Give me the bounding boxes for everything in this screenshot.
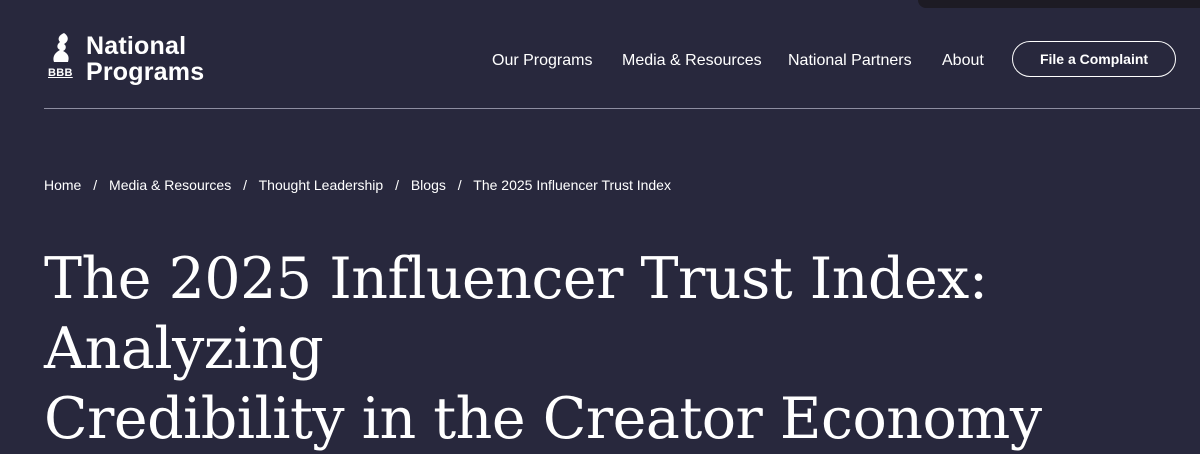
- breadcrumb: Home / Media & Resources / Thought Leade…: [44, 176, 671, 194]
- header-divider: [44, 108, 1200, 109]
- file-complaint-button[interactable]: File a Complaint: [1012, 41, 1176, 77]
- page-title-line-1: The 2025 Influencer Trust Index: Analyzi…: [44, 246, 988, 382]
- breadcrumb-separator: /: [457, 177, 462, 193]
- page-title-line-2: Credibility in the Creator Economy: [44, 386, 1042, 452]
- nav-our-programs[interactable]: Our Programs: [492, 51, 592, 71]
- page-title: The 2025 Influencer Trust Index: Analyzi…: [44, 244, 1164, 454]
- nav-media-resources[interactable]: Media & Resources: [622, 51, 762, 71]
- nav-about[interactable]: About: [942, 51, 984, 71]
- top-edge-strip: [918, 0, 1200, 8]
- breadcrumb-current: The 2025 Influencer Trust Index: [473, 177, 671, 193]
- breadcrumb-media-resources[interactable]: Media & Resources: [109, 177, 231, 193]
- breadcrumb-blogs[interactable]: Blogs: [411, 177, 446, 193]
- breadcrumb-separator: /: [395, 177, 399, 193]
- nav-national-partners[interactable]: National Partners: [788, 51, 912, 71]
- breadcrumb-thought-leadership[interactable]: Thought Leadership: [259, 177, 384, 193]
- breadcrumb-separator: /: [243, 177, 247, 193]
- breadcrumb-separator: /: [93, 177, 98, 193]
- breadcrumb-home[interactable]: Home: [44, 177, 81, 193]
- main-nav: Our Programs Media & Resources National …: [0, 41, 1200, 79]
